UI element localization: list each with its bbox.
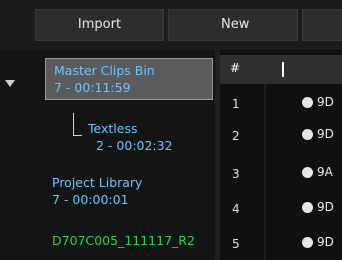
toolbar-button-partial[interactable] [302,9,342,41]
bin-meta: 7 - 00:00:01 [52,192,129,207]
import-button[interactable]: Import [35,9,164,41]
row-number: 4 [232,202,240,216]
status-dot-icon [302,97,313,108]
row-name: 9D [317,127,334,141]
bin-panel: Master Clips Bin 7 - 00:11:59 Textless 2… [0,50,215,260]
column-resize-handle[interactable] [282,62,284,77]
tree-connector-line [73,113,82,136]
bin-name: Textless [88,121,138,136]
table-row[interactable]: 2 9D [220,120,342,152]
row-number: 2 [232,129,240,143]
status-dot-icon [302,129,313,140]
row-number: 5 [232,237,240,251]
row-name: 9A [317,165,333,179]
bin-item-project-library[interactable]: Project Library 7 - 00:00:01 [52,174,142,208]
column-header-number[interactable]: # [230,61,240,75]
table-header: # [220,55,342,84]
status-dot-icon [302,167,313,178]
status-dot-icon [302,237,313,248]
clip-name: D707C005_111117_R2 [52,233,195,248]
table-row[interactable]: 4 9D [220,193,342,225]
bin-name: Project Library [52,175,143,190]
row-name: 9D [317,95,334,109]
clip-table: # 1 9D 2 9D 3 9A 4 9D 5 9D [220,50,342,260]
status-dot-icon [302,202,313,213]
row-name: 9D [317,235,334,249]
table-row[interactable]: 3 9A [220,158,342,190]
collapse-triangle-icon[interactable] [5,80,15,87]
table-row[interactable]: 1 9D [220,88,342,120]
bin-item-master-clips[interactable]: Master Clips Bin 7 - 00:11:59 [45,58,213,100]
new-button[interactable]: New [168,9,298,41]
bin-name: Master Clips Bin [54,63,155,78]
bin-item-clip[interactable]: D707C005_111117_R2 [52,232,215,249]
toolbar: Import New [0,0,342,50]
row-number: 1 [232,97,240,111]
table-row[interactable]: 5 9D [220,228,342,260]
row-number: 3 [232,167,240,181]
bin-meta: 7 - 00:11:59 [54,80,131,95]
row-name: 9D [317,200,334,214]
bin-item-textless[interactable]: Textless 2 - 00:02:32 [84,120,173,154]
bin-meta: 2 - 00:02:32 [96,138,173,153]
